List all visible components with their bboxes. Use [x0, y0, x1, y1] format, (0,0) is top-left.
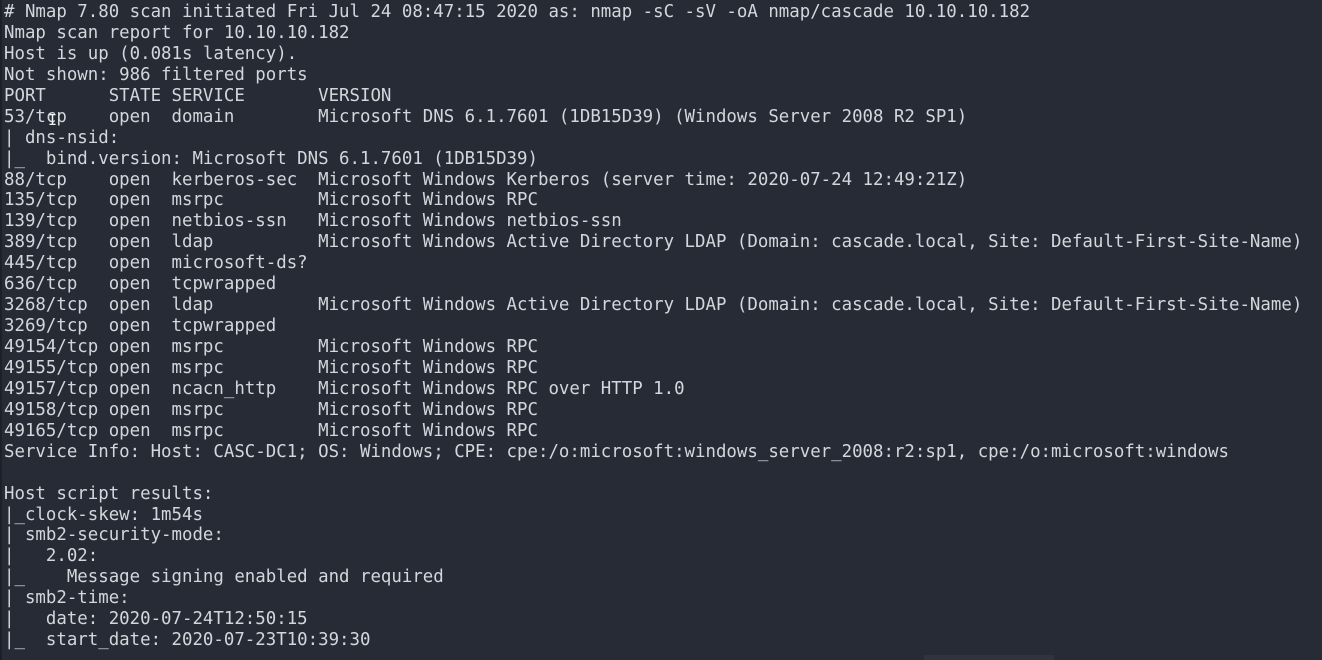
output-line-report-target: Nmap scan report for 10.10.10.182 — [4, 22, 350, 43]
output-line-host-status: Host is up (0.081s latency). — [4, 43, 298, 64]
output-line-host-script-results: Host script results: — [4, 483, 214, 504]
output-line-port-139: 139/tcp open netbios-ssn Microsoft Windo… — [4, 211, 622, 232]
output-line-port-88: 88/tcp open kerberos-sec Microsoft Windo… — [4, 169, 968, 190]
output-line-smb2-date: | date: 2020-07-24T12:50:15 — [4, 609, 308, 630]
output-line-port-49155: 49155/tcp open msrpc Microsoft Windows R… — [4, 357, 538, 378]
output-line-blank — [4, 463, 1302, 484]
output-line-port-49165: 49165/tcp open msrpc Microsoft Windows R… — [4, 420, 538, 441]
output-line-port-53: 53/tcp open domain Microsoft DNS 6.1.760… — [4, 106, 968, 127]
output-line-port-3269: 3269/tcp open tcpwrapped — [4, 316, 277, 337]
output-line-service-info: Service Info: Host: CASC-DC1; OS: Window… — [4, 441, 1229, 462]
output-line-dns-nsid: | dns-nsid: — [4, 127, 120, 148]
output-line-smb2-start-date: |_ start_date: 2020-07-23T10:39:30 — [4, 630, 371, 651]
output-line-port-table-header: PORT STATE SERVICE VERSION — [4, 85, 392, 106]
output-line-port-49158: 49158/tcp open msrpc Microsoft Windows R… — [4, 399, 538, 420]
output-line-port-3268: 3268/tcp open ldap Microsoft Windows Act… — [4, 295, 1303, 316]
bottom-scroll-indicator[interactable] — [924, 655, 1054, 660]
terminal-window[interactable]: # Nmap 7.80 scan initiated Fri Jul 24 08… — [0, 0, 1322, 660]
output-line-port-636: 636/tcp open tcpwrapped — [4, 274, 277, 295]
output-line-smb2-version: | 2.02: — [4, 546, 99, 567]
output-line-port-445: 445/tcp open microsoft-ds? — [4, 253, 308, 274]
output-line-port-389: 389/tcp open ldap Microsoft Windows Acti… — [4, 232, 1303, 253]
output-line-port-49154: 49154/tcp open msrpc Microsoft Windows R… — [4, 337, 538, 357]
output-line-smb2-time: | smb2-time: — [4, 588, 130, 609]
output-line-clock-skew: |_clock-skew: 1m54s — [4, 504, 203, 525]
output-line-not-shown: Not shown: 986 filtered ports — [4, 64, 308, 85]
terminal-output[interactable]: # Nmap 7.80 scan initiated Fri Jul 24 08… — [4, 2, 1302, 651]
output-line-smb2-security-mode: | smb2-security-mode: — [4, 525, 224, 546]
output-line-port-49157: 49157/tcp open ncacn_http Microsoft Wind… — [4, 378, 685, 399]
window-left-edge — [0, 0, 2, 660]
output-line-port-135: 135/tcp open msrpc Microsoft Windows RPC — [4, 190, 538, 211]
output-line-scan-header: # Nmap 7.80 scan initiated Fri Jul 24 08… — [4, 2, 1031, 22]
output-line-bind-version: |_ bind.version: Microsoft DNS 6.1.7601 … — [4, 148, 538, 169]
i-beam-cursor-icon: I — [48, 111, 58, 129]
output-line-message-signing: |_ Message signing enabled and required — [4, 567, 444, 588]
